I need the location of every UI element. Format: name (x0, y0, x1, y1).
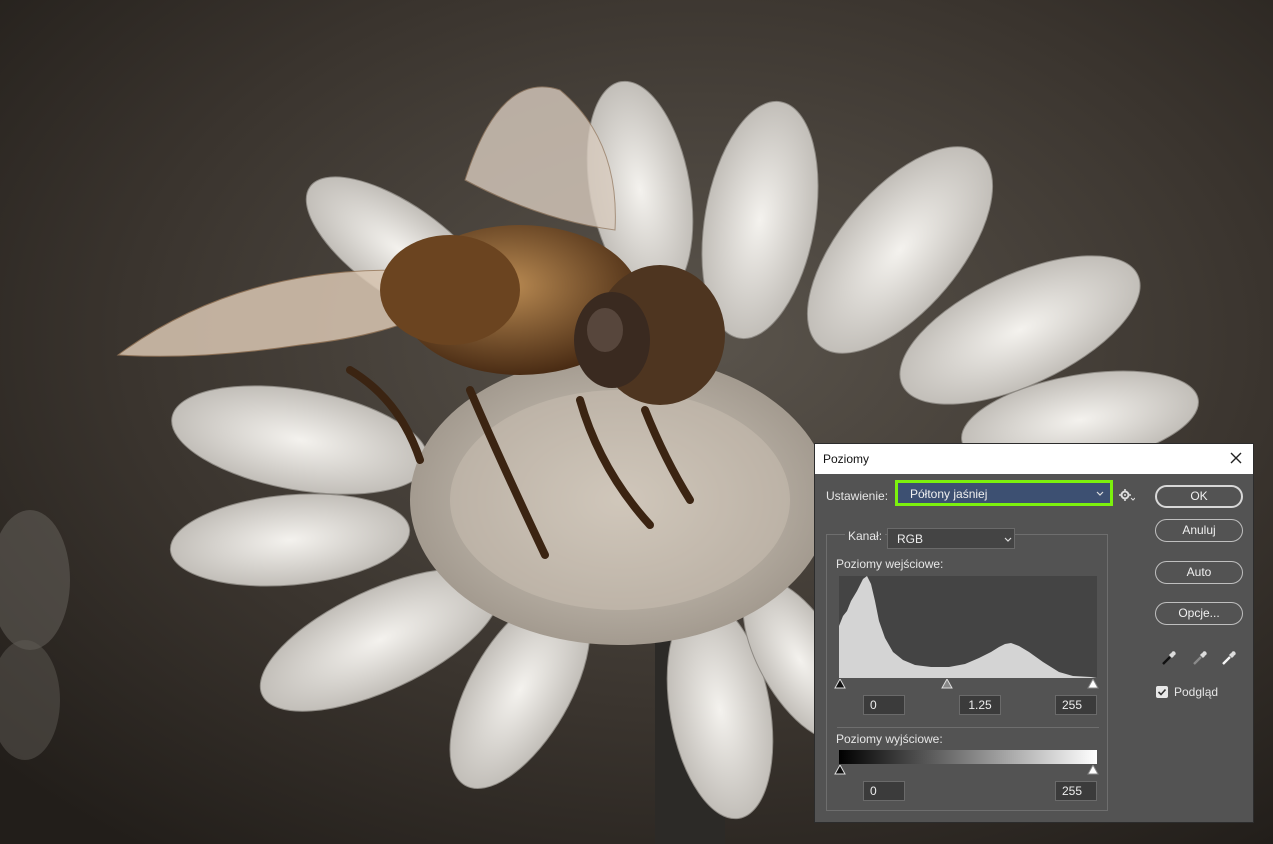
input-gamma-slider[interactable] (941, 679, 953, 689)
output-black-field[interactable]: 0 (863, 781, 905, 801)
input-black-field[interactable]: 0 (863, 695, 905, 715)
channel-value: RGB (897, 532, 924, 546)
preset-label: Ustawienie: (826, 489, 889, 503)
dialog-title: Poziomy (823, 452, 870, 466)
input-white-field[interactable]: 255 (1055, 695, 1097, 715)
chevron-down-icon (1096, 491, 1104, 496)
input-black-slider[interactable] (834, 679, 846, 689)
ok-button[interactable]: OK (1155, 485, 1243, 508)
eyedropper-gray-icon[interactable] (1191, 649, 1209, 667)
options-button[interactable]: Opcje... (1155, 602, 1243, 625)
dialog-titlebar: Poziomy (815, 444, 1253, 474)
gear-icon[interactable] (1119, 488, 1135, 502)
input-levels-label: Poziomy wejściowe: (836, 557, 944, 571)
output-black-slider[interactable] (834, 765, 846, 775)
preset-select[interactable]: Półtony jaśniej (895, 480, 1113, 506)
input-gamma-field[interactable]: 1.25 (959, 695, 1001, 715)
histogram (839, 576, 1097, 678)
preview-label: Podgląd (1174, 685, 1219, 699)
levels-dialog: Poziomy Ustawienie: Półtony jaśniej OK A… (814, 443, 1254, 823)
auto-button[interactable]: Auto (1155, 561, 1243, 584)
output-levels-label: Poziomy wyjściowe: (836, 732, 943, 746)
preset-value: Półtony jaśniej (910, 487, 988, 501)
output-gradient (839, 750, 1097, 764)
input-white-slider[interactable] (1087, 679, 1099, 689)
output-white-field[interactable]: 255 (1055, 781, 1097, 801)
close-icon[interactable] (1227, 449, 1245, 467)
output-white-slider[interactable] (1087, 765, 1099, 775)
cancel-button[interactable]: Anuluj (1155, 519, 1243, 542)
eyedropper-black-icon[interactable] (1160, 649, 1178, 667)
checkmark-icon (1157, 688, 1167, 696)
eyedropper-white-icon[interactable] (1220, 649, 1238, 667)
chevron-down-icon (1004, 537, 1012, 542)
preview-checkbox[interactable] (1156, 686, 1168, 698)
channel-select[interactable]: RGB (887, 528, 1015, 549)
channel-label: Kanał: (845, 529, 886, 543)
separator (837, 727, 1099, 728)
